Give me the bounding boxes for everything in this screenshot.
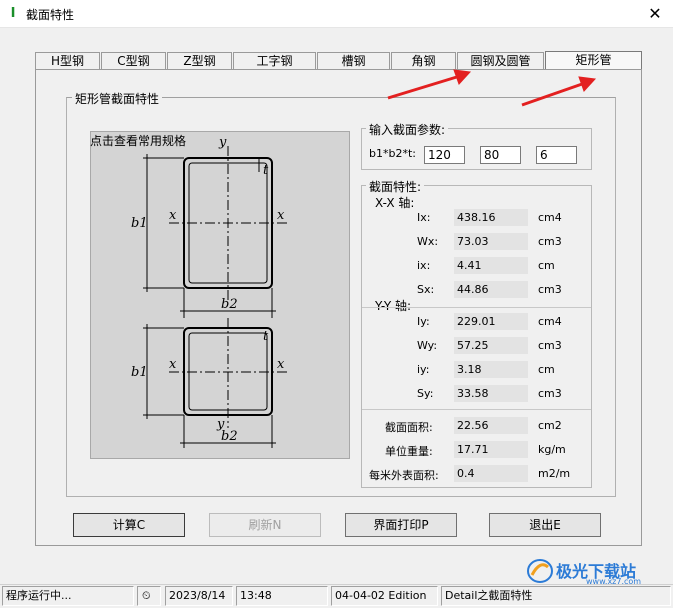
sy-value: 33.58 [454,385,528,402]
iy-label: Iy: [417,315,430,328]
wy-label: Wy: [417,339,438,352]
tab-c-steel[interactable]: C型钢 [101,52,166,70]
section-diagram[interactable]: y x x b1 b2 t x x b1 y b2 t [90,131,350,459]
x-axis-label-left: x [169,208,177,223]
ix-label: Ix: [417,211,431,224]
b2-input[interactable]: 80 [480,146,521,164]
tab-z-steel[interactable]: Z型钢 [167,52,232,70]
app-icon: I [10,6,16,21]
rect-tube-diagram: y x x b1 b2 t x x b1 y b2 t [131,135,287,448]
surface-area-unit: m2/m [538,467,571,480]
weight-label: 单位重量: [385,445,433,458]
ix-value: 438.16 [454,209,528,226]
watermark-url: www.xz7.com [586,577,642,586]
properties-group-title: 截面特性: [366,178,425,195]
sx-unit: cm3 [538,283,562,296]
weight-value: 17.71 [454,441,528,458]
clock-icon: ⏲ [137,586,161,606]
title-bar [0,0,673,28]
x-axis-label-left-2: x [169,357,177,372]
window-title: 截面特性 [26,8,75,22]
iy-radius-value: 3.18 [454,361,528,378]
x-axis-label-right: x [277,208,285,223]
calc-button[interactable]: 计算C [73,513,185,537]
wx-unit: cm3 [538,235,562,248]
iy-radius-unit: cm [538,363,555,376]
exit-button[interactable]: 退出E [489,513,601,537]
t-label-top: t [263,163,269,178]
x-axis-label-right-2: x [277,357,285,372]
surface-area-value: 0.4 [454,465,528,482]
arrow-to-round-tab [387,74,461,100]
tab-h-steel[interactable]: H型钢 [35,52,100,70]
print-button[interactable]: 界面打印P [345,513,457,537]
arrow-to-rect-tab [521,81,586,107]
refresh-button[interactable]: 刷新N [209,513,321,537]
wy-unit: cm3 [538,339,562,352]
area-value: 22.56 [454,417,528,434]
iy-unit: cm4 [538,315,562,328]
sx-value: 44.86 [454,281,528,298]
input-group-title: 输入截面参数: [366,121,449,138]
status-date: 2023/8/14 [165,586,233,606]
wx-label: Wx: [417,235,439,248]
b2-label-bottom: b2 [221,429,238,444]
wy-value: 57.25 [454,337,528,354]
status-module: Detail之截面特性 [441,586,671,606]
iy-radius-label: iy: [417,363,430,376]
surface-area-label: 每米外表面积: [369,469,439,482]
sx-label: Sx: [417,283,435,296]
close-button[interactable]: ✕ [638,1,672,27]
iy-value: 229.01 [454,313,528,330]
status-version: 04-04-02 Edition [331,586,438,606]
sy-label: Sy: [417,387,434,400]
xx-axis-title: X-X 轴: [375,196,415,210]
b2-label-top: b2 [221,297,238,312]
ix-radius-label: ix: [417,259,431,272]
area-unit: cm2 [538,419,562,432]
status-time: 13:48 [236,586,328,606]
t-label-bottom: t [263,329,269,344]
b1-input[interactable]: 120 [424,146,465,164]
section-group-title: 矩形管截面特性 [72,90,163,107]
status-state: 程序运行中... [2,586,134,606]
b1-label-bottom: b1 [131,365,148,380]
tab-i-beam[interactable]: 工字钢 [233,52,316,70]
annotation-arrows [387,69,597,107]
y-axis-label-top: y [218,135,227,150]
weight-unit: kg/m [538,443,566,456]
divider [362,409,591,410]
wx-value: 73.03 [454,233,528,250]
watermark-logo-icon [527,559,553,583]
b1-label-top: b1 [131,216,148,231]
dims-label: b1*b2*t: [369,147,416,160]
ix-radius-unit: cm [538,259,555,272]
ix-unit: cm4 [538,211,562,224]
divider [362,307,591,308]
yy-axis-title: Y-Y 轴: [375,299,412,313]
ix-radius-value: 4.41 [454,257,528,274]
sy-unit: cm3 [538,387,562,400]
close-icon: ✕ [648,4,662,23]
t-input[interactable]: 6 [536,146,577,164]
view-specs-hint[interactable]: 点击查看常用规格 [90,132,186,149]
area-label: 截面面积: [385,421,433,434]
